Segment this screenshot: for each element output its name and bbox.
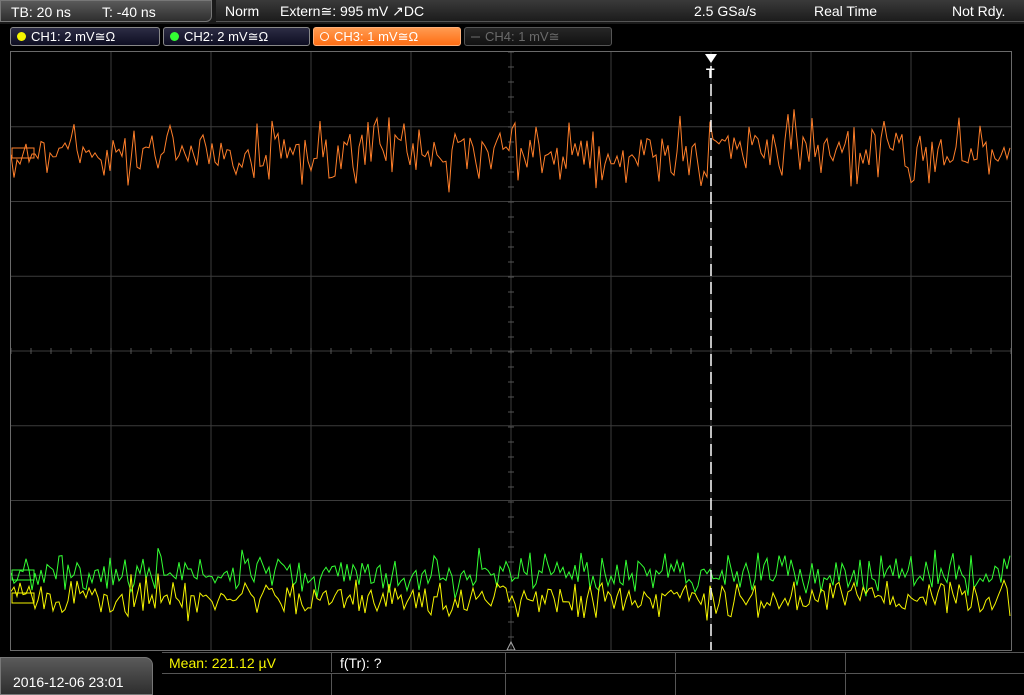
trigger-source[interactable]: Extern≅: 995 mV ↗DC	[280, 3, 424, 20]
measurement-row-2	[162, 673, 1024, 695]
ch2-label: CH2: 2 mV≅Ω	[184, 29, 269, 44]
acquisition-mode: Real Time	[814, 3, 878, 19]
measurement-slot-10[interactable]	[846, 674, 1024, 695]
run-state: Not Rdy.	[952, 3, 1006, 19]
ftr-readout: f(Tr): ?	[340, 655, 382, 671]
mean-readout: Mean: 221.12 µV	[169, 655, 276, 671]
trigger-marker-label: T	[706, 65, 715, 81]
timebase-box[interactable]: TB: 20 ns T: -40 ns	[0, 0, 212, 22]
datetime-label: 2016-12-06 23:01	[13, 674, 124, 690]
trigger-position-marker	[705, 54, 717, 63]
ch4-color-dot	[471, 36, 480, 38]
mean-cell[interactable]: Mean: 221.12 µV	[162, 653, 332, 672]
datetime-box: 2016-12-06 23:01	[0, 657, 153, 695]
measurement-slot-6[interactable]	[162, 674, 332, 695]
measurement-panel[interactable]: Mean: 221.12 µV f(Tr): ?	[162, 652, 1024, 695]
channel-tabs: CH1: 2 mV≅Ω CH2: 2 mV≅Ω CH3: 1 mV≅Ω CH4:…	[0, 24, 1024, 50]
timebase-label: TB: 20 ns	[11, 4, 71, 20]
acquisition-status-strip[interactable]: Norm Extern≅: 995 mV ↗DC 2.5 GSa/s Real …	[216, 0, 1024, 22]
trigger-mode[interactable]: Norm	[225, 3, 259, 19]
measurement-slot-9[interactable]	[676, 674, 846, 695]
measurement-slot-7[interactable]	[332, 674, 506, 695]
measurement-slot-8[interactable]	[506, 674, 676, 695]
ch4-label: CH4: 1 mV≅	[485, 29, 560, 44]
measurement-row-1: Mean: 221.12 µV f(Tr): ?	[162, 652, 1024, 672]
tab-ch1[interactable]: CH1: 2 mV≅Ω	[10, 27, 160, 46]
measurement-slot-4[interactable]	[676, 653, 846, 672]
top-status-bar: TB: 20 ns T: -40 ns Norm Extern≅: 995 mV…	[0, 0, 1024, 24]
tab-ch3[interactable]: CH3: 1 mV≅Ω	[313, 27, 461, 46]
ch1-label: CH1: 2 mV≅Ω	[31, 29, 116, 44]
waveform-display[interactable]: T	[10, 51, 1012, 651]
ch1-color-dot	[17, 32, 26, 41]
ch2-color-dot	[170, 32, 179, 41]
tab-ch4[interactable]: CH4: 1 mV≅	[464, 27, 612, 46]
graticule: T	[11, 52, 1011, 650]
measurement-slot-5[interactable]	[846, 653, 1024, 672]
sample-rate: 2.5 GSa/s	[694, 3, 757, 19]
ch3-color-dot	[320, 32, 329, 41]
tab-ch2[interactable]: CH2: 2 mV≅Ω	[163, 27, 310, 46]
ch3-label: CH3: 1 mV≅Ω	[334, 29, 419, 44]
trigger-offset-label: T: -40 ns	[102, 4, 156, 20]
ftr-cell[interactable]: f(Tr): ?	[332, 653, 506, 672]
measurement-slot-3[interactable]	[506, 653, 676, 672]
